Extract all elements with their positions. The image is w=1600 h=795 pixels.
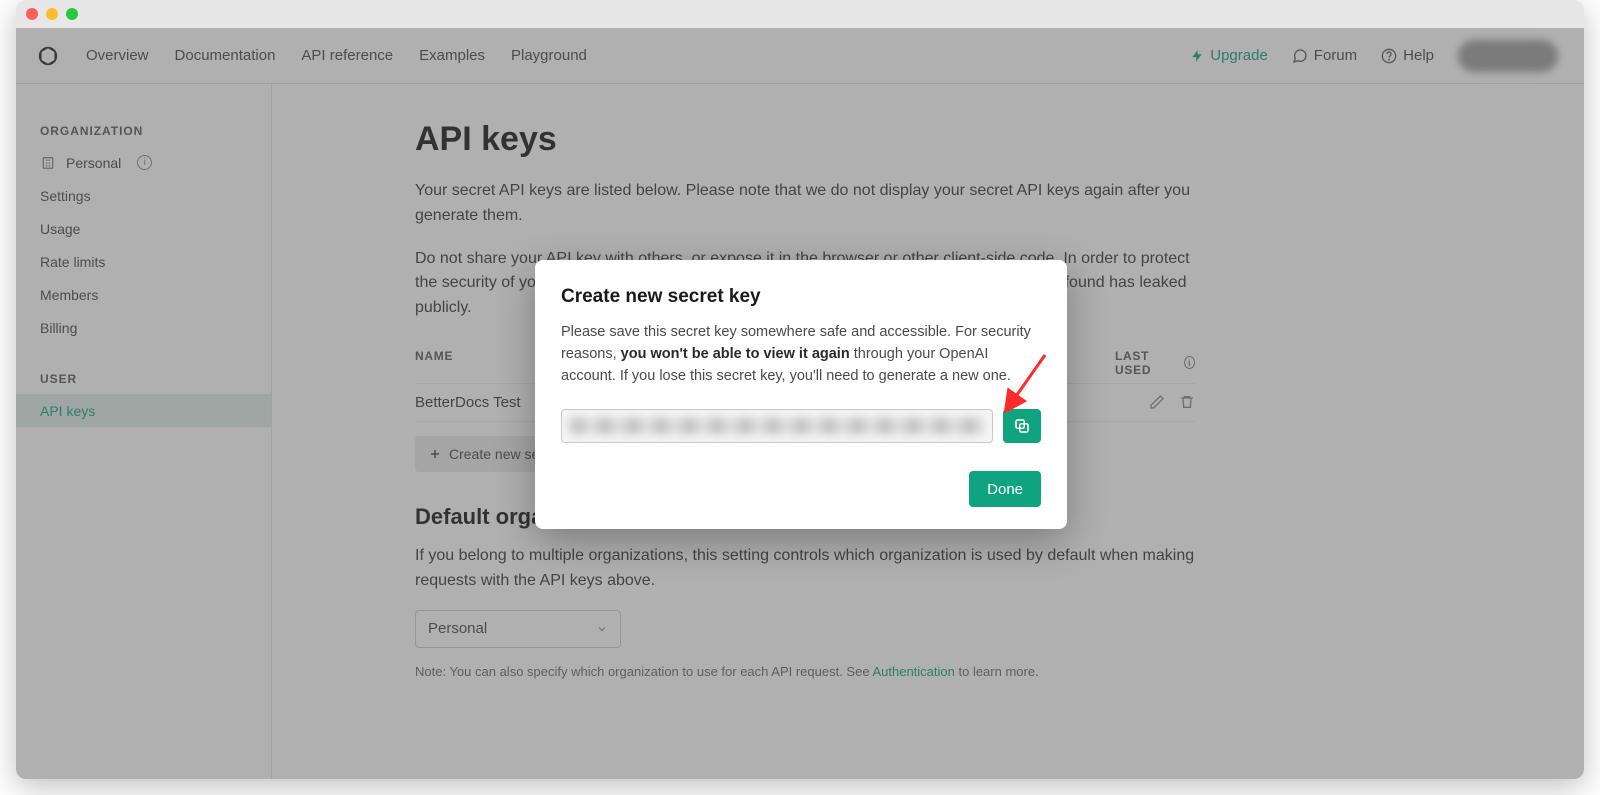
modal-description: Please save this secret key somewhere sa… [561,322,1041,387]
secret-key-field[interactable] [561,409,993,443]
window-zoom-icon[interactable] [66,8,78,20]
copy-icon [1013,417,1031,435]
mac-titlebar [16,0,1584,28]
done-button[interactable]: Done [969,471,1041,507]
create-key-modal: Create new secret key Please save this s… [535,260,1067,529]
modal-text-bold: you won't be able to view it again [621,346,850,362]
window-close-icon[interactable] [26,8,38,20]
modal-title: Create new secret key [561,286,1041,308]
copy-key-button[interactable] [1003,409,1041,443]
secret-key-row [561,409,1041,443]
secret-key-hidden [570,418,984,434]
window-minimize-icon[interactable] [46,8,58,20]
window: Overview Documentation API reference Exa… [16,0,1584,779]
